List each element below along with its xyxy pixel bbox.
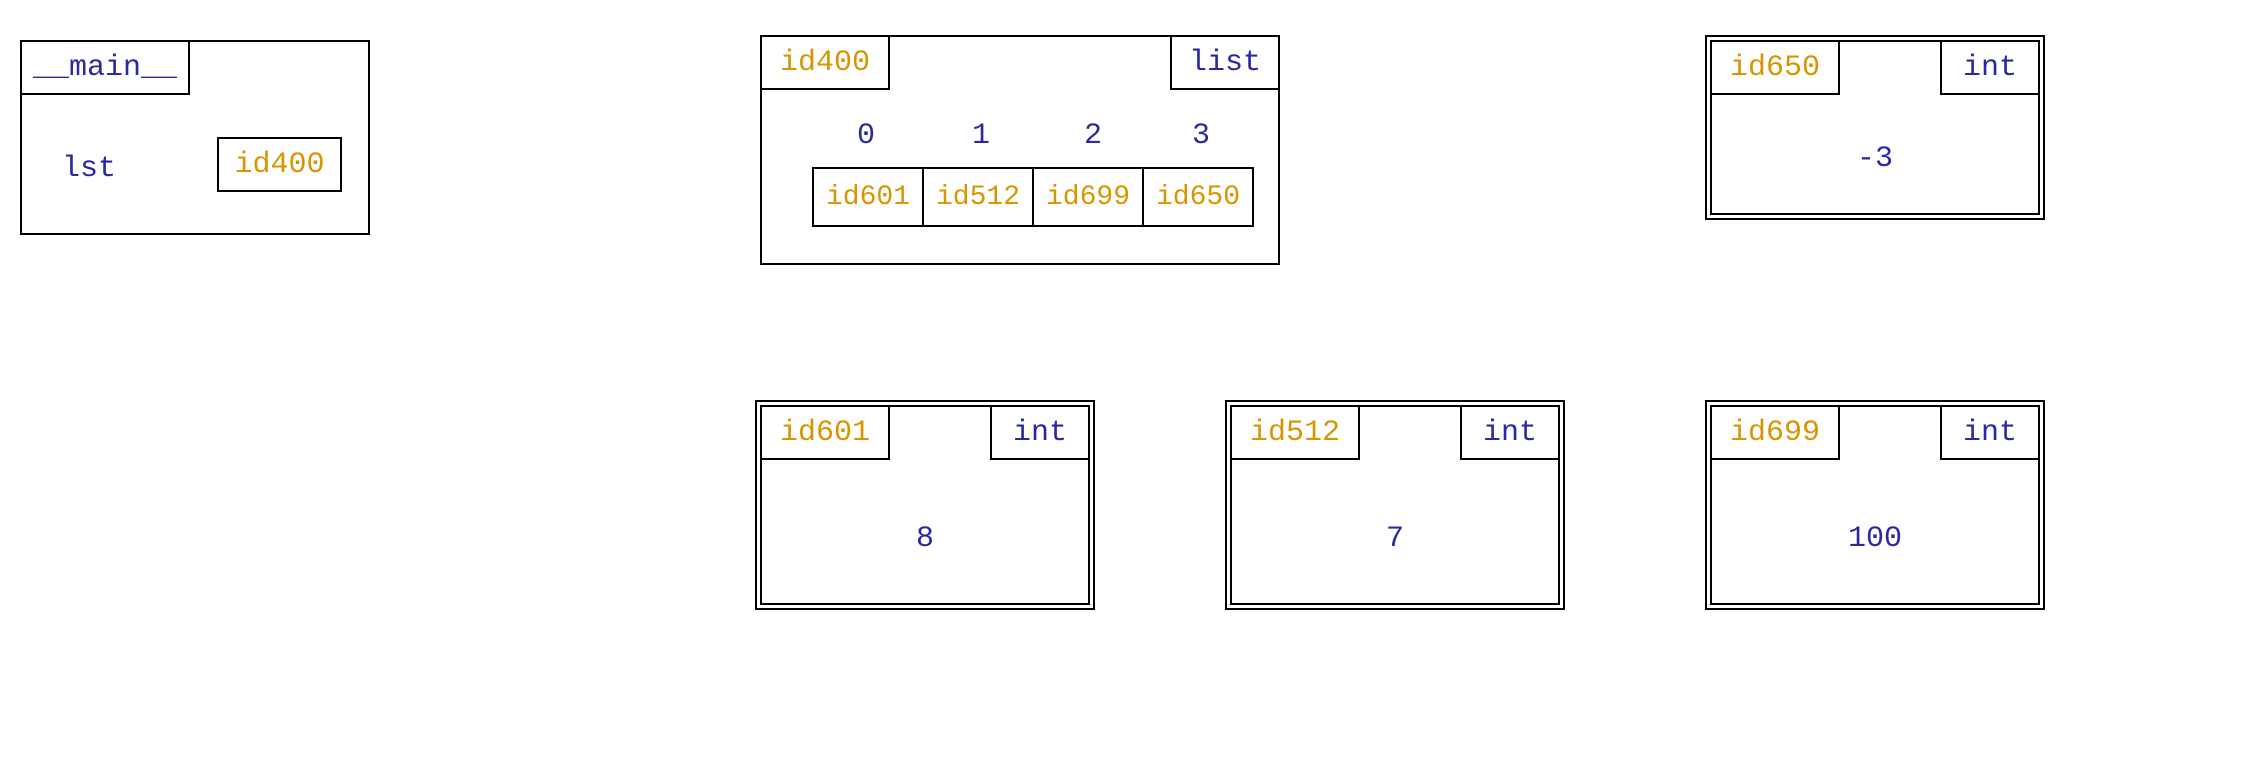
int-object-id512: id512 int 7: [1230, 405, 1560, 605]
int-value: 8: [762, 522, 1088, 556]
int-object-id650: id650 int -3: [1710, 40, 2040, 215]
frame-main: __main__ lst id400: [20, 40, 370, 235]
list-index-1: 1: [972, 119, 990, 153]
list-type: list: [1170, 35, 1280, 90]
int-id: id650: [1710, 40, 1840, 95]
int-id: id601: [760, 405, 890, 460]
list-cell-0: id601: [812, 167, 924, 227]
frame-label: __main__: [20, 40, 190, 95]
int-object-id601: id601 int 8: [760, 405, 1090, 605]
int-value: 7: [1232, 522, 1558, 556]
int-value: 100: [1712, 522, 2038, 556]
int-type: int: [1460, 405, 1560, 460]
int-type: int: [1940, 405, 2040, 460]
int-id: id512: [1230, 405, 1360, 460]
list-cell-2: id699: [1032, 167, 1144, 227]
int-value: -3: [1712, 142, 2038, 176]
var-ref: id400: [217, 137, 342, 192]
list-object: id400 list 0 1 2 3 id601 id512 id699 id6…: [760, 35, 1280, 265]
list-id: id400: [760, 35, 890, 90]
var-name: lst: [62, 152, 116, 186]
list-cell-3: id650: [1142, 167, 1254, 227]
int-id: id699: [1710, 405, 1840, 460]
list-cell-1: id512: [922, 167, 1034, 227]
list-index-0: 0: [857, 119, 875, 153]
int-type: int: [990, 405, 1090, 460]
list-index-2: 2: [1084, 119, 1102, 153]
int-object-id699: id699 int 100: [1710, 405, 2040, 605]
list-index-3: 3: [1192, 119, 1210, 153]
int-type: int: [1940, 40, 2040, 95]
